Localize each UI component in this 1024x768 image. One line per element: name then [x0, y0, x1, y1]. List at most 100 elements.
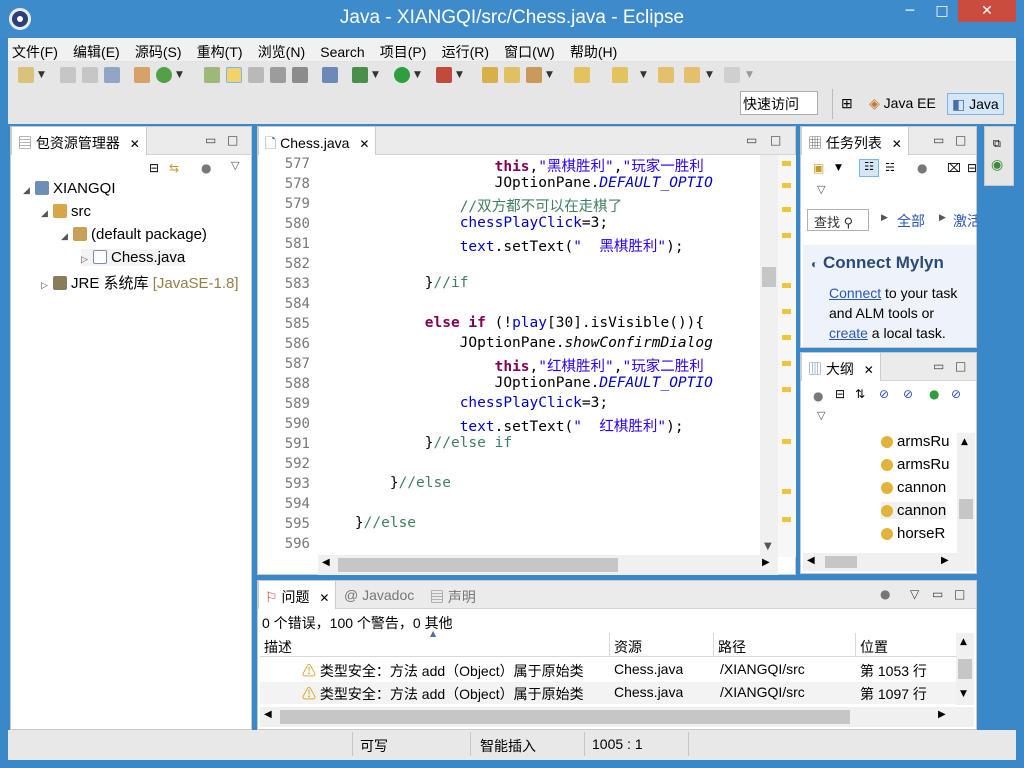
close-icon[interactable]: ✕ [319, 591, 329, 605]
minimize-icon[interactable]: ▭ [746, 133, 757, 147]
chevron-right-icon[interactable]: ▶ [762, 557, 770, 568]
scroll-thumb[interactable] [959, 499, 973, 519]
close-button[interactable]: ✕ [958, 0, 1016, 22]
tree-item-jre[interactable]: ▷ JRE 系统库 [JavaSE-1.8] [41, 272, 239, 293]
activate-task-link[interactable]: 激活... [953, 211, 977, 231]
maximize-icon[interactable]: □ [227, 133, 238, 147]
new-task-icon[interactable]: ▣ [813, 161, 824, 175]
table-row[interactable]: ⚠ 类型安全：方法 add（Object）属于原始类 Chess.java /X… [260, 682, 956, 704]
collapse-all-icon[interactable]: ⊟ [149, 161, 159, 175]
menu-run[interactable]: 运行(R) [438, 38, 493, 62]
focus-icon[interactable]: ● [917, 161, 927, 175]
tree-item-default-package[interactable]: ◢ (default package) [61, 226, 207, 243]
focus-icon[interactable]: ● [201, 161, 211, 175]
column-location[interactable]: 位置 [856, 633, 956, 657]
code-line[interactable]: chessPlayClick=3; [320, 395, 608, 411]
chevron-down-icon[interactable]: ▼ [176, 70, 183, 80]
tree-item-chess-java[interactable]: ▷ Chess.java [81, 249, 186, 266]
horizontal-scrollbar[interactable]: ◀ ▶ [318, 555, 778, 575]
toggle-mark-occurrences-icon[interactable] [226, 67, 242, 83]
scheduled-icon[interactable]: ☵ [885, 161, 895, 174]
chevron-left-icon[interactable]: ◀ [807, 555, 815, 566]
code-line[interactable]: text.setText(" 黑棋胜利"); [320, 235, 684, 256]
tree-item-src[interactable]: ◢ src [41, 203, 91, 220]
chevron-down-icon[interactable]: ▼ [706, 70, 713, 80]
hide-completed-icon[interactable]: ⌧ [947, 161, 961, 175]
collapse-all-icon[interactable]: ⊟ [967, 161, 977, 175]
menu-navigate[interactable]: 浏览(N) [254, 38, 309, 62]
table-row[interactable]: ⚠ 类型安全：方法 add（Object）属于原始类 Chess.java /X… [260, 659, 956, 681]
perspective-java-ee[interactable]: ◈ Java EE [865, 93, 940, 115]
code-line[interactable]: chessPlayClick=3; [320, 215, 608, 231]
tab-package-explorer[interactable]: ▤ 包资源管理器 ✕ [11, 127, 147, 155]
debug-icon[interactable] [352, 67, 368, 83]
tab-chess-java[interactable]: 🗋 Chess.java ✕ [258, 127, 377, 155]
tab-declaration[interactable]: ▤ 声明 [424, 581, 482, 609]
new-java-package-icon[interactable] [134, 67, 150, 83]
vertical-scrollbar[interactable]: ▼ [760, 155, 778, 557]
scroll-thumb[interactable] [280, 710, 850, 724]
tab-outline[interactable]: ▥ 大纲 ✕ [801, 353, 881, 381]
mylyn-connect-link[interactable]: Connect [829, 285, 881, 301]
toggle-block-selection-icon[interactable] [248, 67, 264, 83]
maximize-button[interactable]: □ [926, 0, 958, 22]
chevron-down-icon[interactable]: ▼ [456, 70, 463, 80]
menu-source[interactable]: 源码(S) [131, 38, 186, 62]
code-line[interactable]: }//else [320, 475, 451, 491]
close-icon[interactable]: ✕ [359, 137, 369, 151]
vertical-scrollbar[interactable]: ▲ [957, 433, 975, 553]
sort-icon[interactable]: ⇅ [855, 387, 865, 401]
expanded-icon[interactable]: ◢ [61, 231, 73, 242]
scroll-thumb[interactable] [338, 558, 618, 572]
horizontal-scrollbar[interactable]: ◀ ▶ [803, 553, 975, 571]
chevron-up-icon[interactable]: ▲ [961, 437, 968, 447]
code-line[interactable]: else if (!play[30].isVisible()){ [320, 315, 704, 331]
code-line[interactable]: text.setText(" 红棋胜利"); [320, 415, 684, 436]
chevron-up-icon[interactable]: ▲ [960, 637, 967, 647]
chevron-down-icon[interactable]: ▼ [640, 70, 647, 80]
tab-problems[interactable]: ⚐ 问题 ✕ [258, 581, 337, 609]
chevron-left-icon[interactable]: ◀ [322, 557, 330, 568]
quick-access-input[interactable]: 快速访问 [740, 91, 818, 115]
code-line[interactable]: JOptionPane.showConfirmDialog [320, 335, 713, 351]
paragraph-icon[interactable] [292, 67, 308, 83]
code-line[interactable]: JOptionPane.DEFAULT_OPTIO [320, 175, 713, 191]
menu-file[interactable]: 文件(F) [8, 38, 62, 62]
open-perspective-icon[interactable]: ⊞ [837, 93, 859, 115]
maximize-icon[interactable]: □ [955, 359, 966, 373]
palette-icon[interactable]: ◉ [991, 157, 1003, 173]
chevron-down-icon[interactable]: ▼ [414, 70, 421, 80]
minimize-icon[interactable]: ▭ [933, 359, 944, 373]
code-line[interactable]: JOptionPane.DEFAULT_OPTIO [320, 375, 713, 391]
chevron-down-icon[interactable]: ▼ [764, 541, 772, 552]
code-line[interactable]: this,"红棋胜利","玩家二胜利 [320, 355, 704, 376]
code-line[interactable]: }//if [320, 275, 469, 291]
chevron-down-icon[interactable]: ▼ [746, 70, 753, 80]
chevron-down-icon[interactable]: ▼ [372, 70, 379, 80]
hide-static-icon[interactable]: ⊘ [903, 387, 913, 401]
column-path[interactable]: 路径 [714, 633, 856, 657]
column-resource[interactable]: 资源 [610, 633, 714, 657]
back-history-icon[interactable] [684, 67, 700, 83]
hide-local-types-icon[interactable]: ⊘ [951, 387, 961, 401]
code-line[interactable]: //双方都不可以在走棋了 [320, 195, 622, 216]
scroll-thumb[interactable] [825, 556, 857, 568]
overview-ruler[interactable] [778, 155, 796, 557]
tab-javadoc[interactable]: @ Javadoc [338, 581, 420, 609]
chevron-down-icon[interactable]: ▼ [960, 689, 967, 699]
open-folder-icon[interactable] [504, 67, 520, 83]
collapsed-icon[interactable]: ▷ [81, 254, 93, 265]
chevron-down-icon[interactable]: ▼ [835, 163, 842, 173]
minimize-icon[interactable]: ▭ [205, 133, 216, 147]
close-icon[interactable]: ✕ [130, 137, 140, 151]
mylyn-create-link[interactable]: create [829, 325, 868, 341]
close-icon[interactable]: ✕ [864, 363, 874, 377]
code-area[interactable]: this,"黑棋胜利","玩家一胜利 JOptionPane.DEFAULT_O… [258, 155, 760, 555]
menu-search[interactable]: Search [316, 40, 368, 60]
focus-icon[interactable]: ● [813, 389, 823, 403]
close-icon[interactable]: ✕ [892, 137, 902, 151]
outline-item[interactable]: armsRu [881, 456, 950, 473]
expanded-icon[interactable]: ◢ [41, 208, 53, 219]
open-type-icon[interactable] [204, 67, 220, 83]
maximize-icon[interactable]: □ [770, 133, 781, 147]
